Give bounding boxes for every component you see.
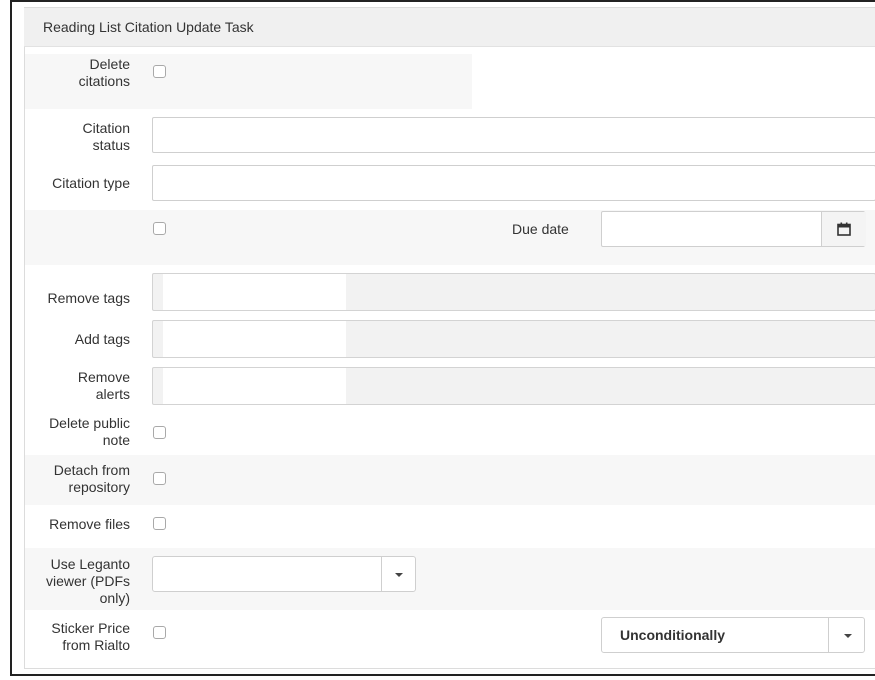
leganto-viewer-label-line1: Use Leganto	[50, 556, 130, 572]
citation-status-label-line1: Citation	[82, 120, 130, 136]
add-tags-label: Add tags	[74, 331, 130, 347]
citation-type-input[interactable]	[152, 165, 875, 201]
sticker-price-label: Sticker Price from Rialto	[30, 620, 130, 654]
leganto-viewer-divider	[381, 557, 382, 591]
sticker-price-divider	[828, 618, 829, 652]
leganto-viewer-label: Use Leganto viewer (PDFs only)	[30, 556, 130, 607]
sticker-price-condition-select[interactable]: Unconditionally	[601, 617, 865, 653]
due-date-checkbox[interactable]	[153, 222, 166, 235]
due-date-label: Due date	[512, 221, 569, 237]
remove-alerts-label: Remove alerts	[30, 369, 130, 403]
detach-repository-label-line1: Detach from	[53, 462, 130, 478]
detach-repository-label-line2: repository	[68, 479, 130, 495]
leganto-viewer-label-line3: only)	[99, 590, 130, 606]
remove-tags-input[interactable]	[152, 273, 875, 311]
remove-alerts-entry[interactable]	[163, 368, 346, 404]
delete-citations-label: Delete citations	[30, 56, 130, 90]
sticker-price-condition-value: Unconditionally	[620, 627, 725, 643]
delete-citations-label-line1: Delete	[89, 56, 130, 72]
remove-alerts-label-line2: alerts	[95, 386, 130, 402]
delete-public-note-checkbox[interactable]	[153, 426, 166, 439]
calendar-icon	[837, 222, 851, 236]
detach-repository-checkbox[interactable]	[153, 472, 166, 485]
leganto-viewer-select[interactable]	[152, 556, 416, 592]
delete-citations-checkbox[interactable]	[153, 65, 166, 78]
citation-status-label: Citation status	[30, 120, 130, 154]
add-tags-entry[interactable]	[163, 321, 346, 357]
citation-type-label: Citation type	[52, 175, 130, 191]
sticker-price-label-line1: Sticker Price	[51, 620, 130, 636]
delete-public-note-label: Delete public note	[30, 415, 130, 449]
sticker-price-checkbox[interactable]	[153, 626, 166, 639]
panel-title: Reading List Citation Update Task	[43, 19, 254, 35]
citation-status-input[interactable]	[152, 117, 875, 153]
citation-status-label-line2: status	[92, 137, 130, 153]
detach-repository-label: Detach from repository	[30, 462, 130, 496]
delete-public-note-label-line2: note	[102, 432, 130, 448]
remove-files-checkbox[interactable]	[153, 517, 166, 530]
delete-public-note-label-line1: Delete public	[49, 415, 130, 431]
sticker-price-label-line2: from Rialto	[62, 637, 130, 653]
remove-tags-label: Remove tags	[47, 290, 130, 306]
remove-tags-entry[interactable]	[163, 274, 346, 310]
calendar-button[interactable]	[821, 212, 866, 246]
due-date-input[interactable]	[601, 211, 866, 247]
add-tags-input[interactable]	[152, 320, 875, 358]
caret-down-icon[interactable]	[844, 634, 852, 638]
delete-citations-label-line2: citations	[78, 73, 130, 89]
caret-down-icon[interactable]	[395, 573, 403, 577]
remove-files-label: Remove files	[49, 516, 130, 532]
leganto-viewer-label-line2: viewer (PDFs	[45, 573, 130, 589]
remove-alerts-label-line1: Remove	[77, 369, 130, 385]
remove-alerts-input[interactable]	[152, 367, 875, 405]
